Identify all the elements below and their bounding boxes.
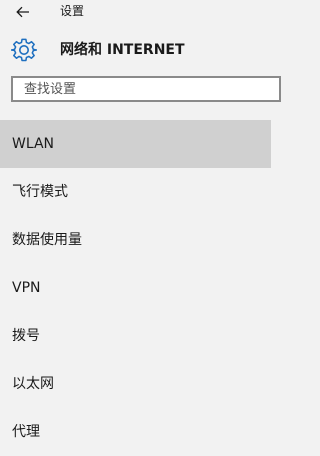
nav-item-wlan[interactable]: WLAN [0,120,271,168]
section-header: 网络和 INTERNET [0,34,271,66]
back-button[interactable] [6,0,40,24]
nav-item-proxy[interactable]: 代理 [0,408,271,456]
arrow-left-icon [16,6,29,18]
search-box[interactable] [11,76,281,102]
title-bar: 设置 [0,0,271,24]
gear-icon [11,38,37,62]
nav-item-dial-up[interactable]: 拨号 [0,312,271,360]
section-title: 网络和 INTERNET [60,42,185,58]
nav-item-data-usage[interactable]: 数据使用量 [0,216,271,264]
nav-item-ethernet[interactable]: 以太网 [0,360,271,408]
nav-item-airplane-mode[interactable]: 飞行模式 [0,168,271,216]
search-input[interactable] [13,78,279,101]
nav-item-vpn[interactable]: VPN [0,264,271,312]
nav-list: WLAN 飞行模式 数据使用量 VPN 拨号 以太网 代理 [0,120,271,456]
window-title: 设置 [60,4,85,18]
